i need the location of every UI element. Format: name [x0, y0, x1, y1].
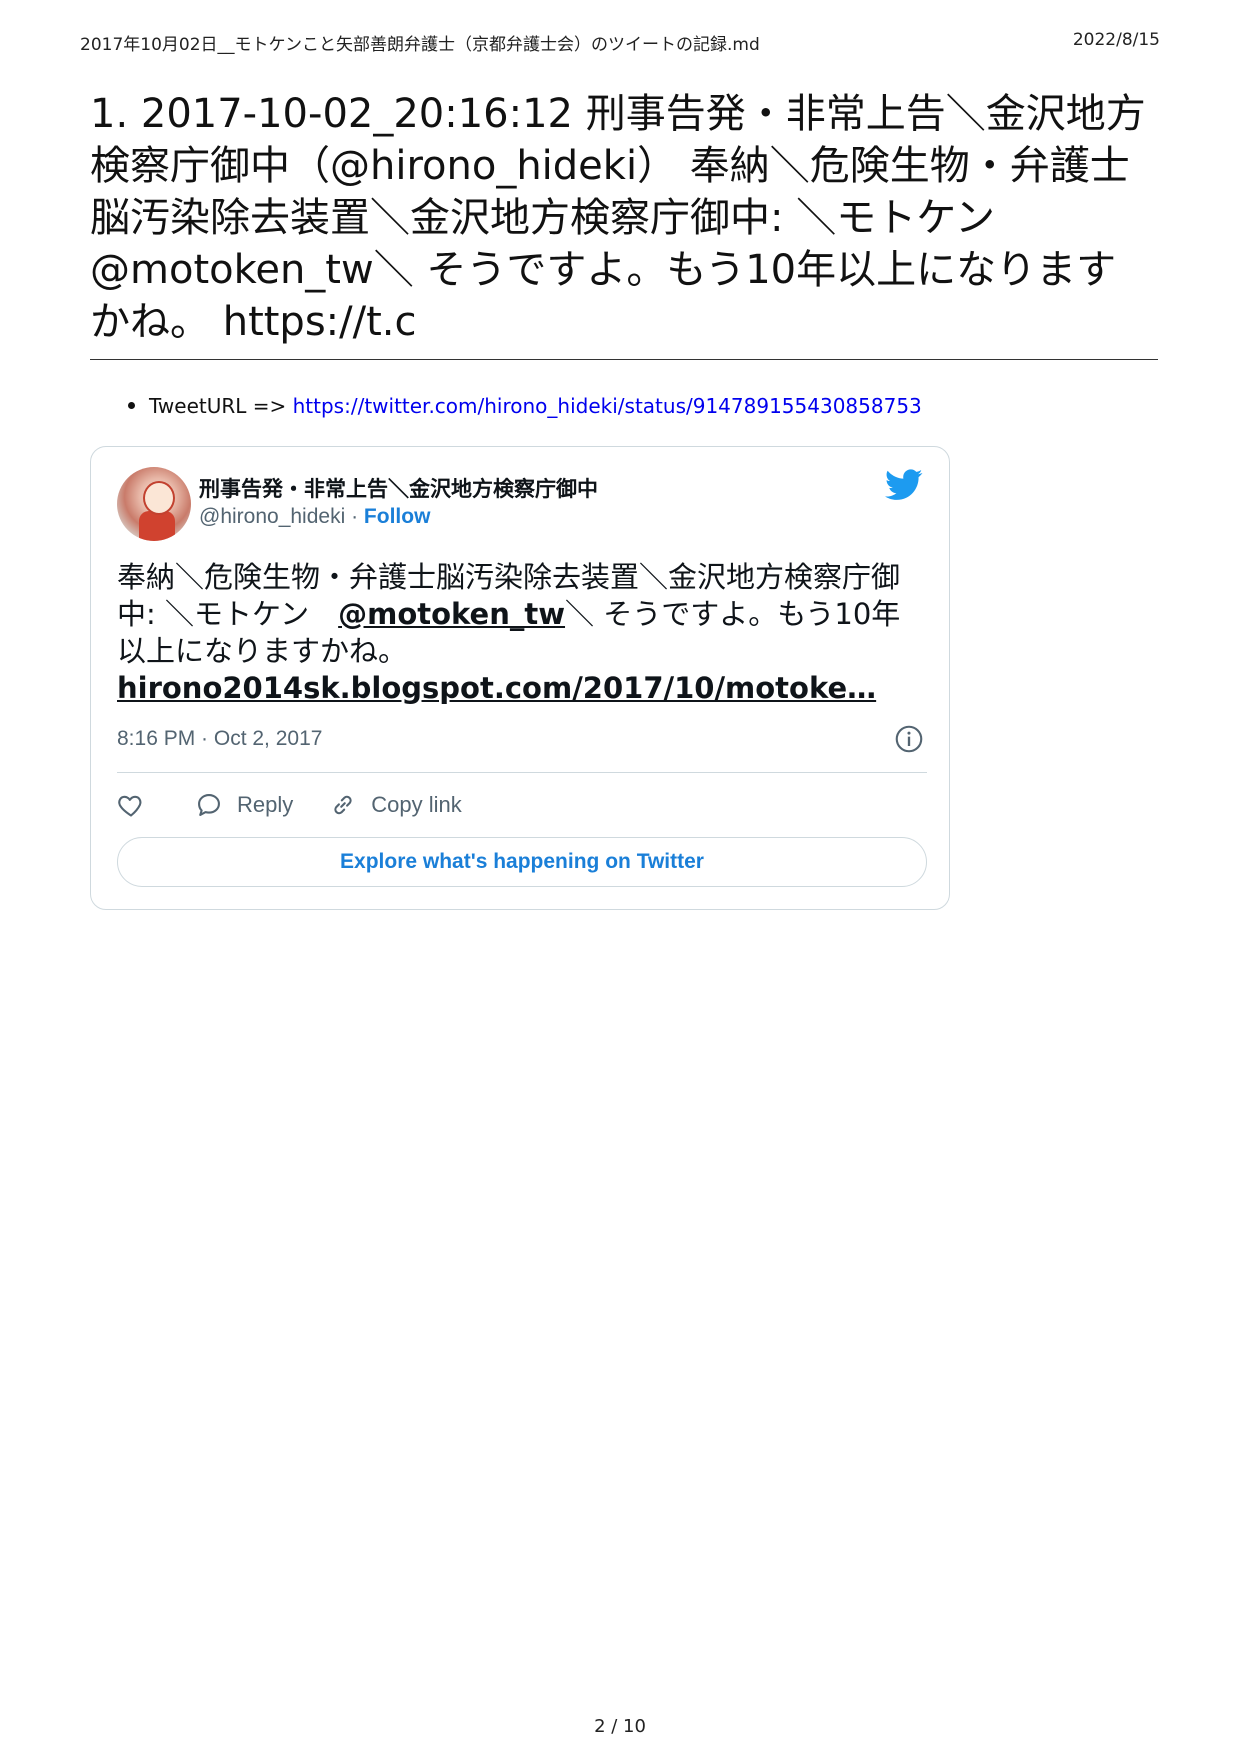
document-header-title: 2017年10月02日__モトケンこと矢部善朗弁護士（京都弁護士会）のツイートの… — [80, 35, 760, 55]
title-divider — [90, 359, 1158, 360]
copy-link-label: Copy link — [371, 792, 462, 817]
like-button[interactable] — [117, 791, 159, 819]
avatar-figure-body — [139, 511, 175, 541]
heart-icon — [118, 795, 142, 817]
author-handle-row: @hirono_hideki · Follow — [199, 505, 430, 529]
bullet-icon — [128, 402, 135, 409]
tweet-url-link[interactable]: https://twitter.com/hirono_hideki/status… — [293, 394, 922, 418]
tweet-url-label: TweetURL => — [149, 394, 287, 418]
reply-button[interactable]: Reply — [195, 791, 293, 819]
tweet-timestamp[interactable]: 8:16 PM · Oct 2, 2017 — [117, 727, 322, 751]
reply-bubble-icon — [198, 794, 220, 816]
tweet-url-list-item: TweetURL => https://twitter.com/hirono_h… — [128, 394, 922, 418]
page-number: 2 / 10 — [594, 1716, 646, 1737]
handle-separator: · — [345, 505, 364, 528]
twitter-bird-icon[interactable] — [885, 469, 923, 501]
info-icon[interactable] — [895, 725, 923, 753]
follow-button[interactable]: Follow — [364, 505, 431, 528]
reply-label: Reply — [237, 792, 294, 817]
tweet-external-link[interactable]: hirono2014sk.blogspot.com/2017/10/motoke… — [117, 671, 876, 705]
mention-link[interactable]: @motoken_tw — [338, 597, 565, 631]
page-title: 1. 2017-10-02_20:16:12 刑事告発・非常上告＼金沢地方検察庁… — [90, 91, 1146, 345]
avatar[interactable] — [117, 467, 191, 541]
copy-link-button[interactable]: Copy link — [329, 791, 462, 819]
explore-twitter-button[interactable]: Explore what's happening on Twitter — [117, 837, 927, 887]
tweet-body: 奉納＼危険生物・弁護士脳汚染除去装置＼金沢地方検察庁御中: ＼モトケン @mot… — [117, 559, 927, 707]
actions-divider — [117, 772, 927, 773]
author-handle[interactable]: @hirono_hideki — [199, 505, 345, 528]
document-header-date: 2022/8/15 — [1072, 30, 1160, 50]
link-icon — [334, 795, 352, 815]
tweet-actions-bar: Reply Copy link — [117, 785, 498, 825]
author-name[interactable]: 刑事告発・非常上告＼金沢地方検察庁御中 — [199, 473, 598, 503]
avatar-figure-face — [143, 481, 175, 515]
embedded-tweet-card: 刑事告発・非常上告＼金沢地方検察庁御中 @hirono_hideki · Fol… — [90, 446, 950, 910]
